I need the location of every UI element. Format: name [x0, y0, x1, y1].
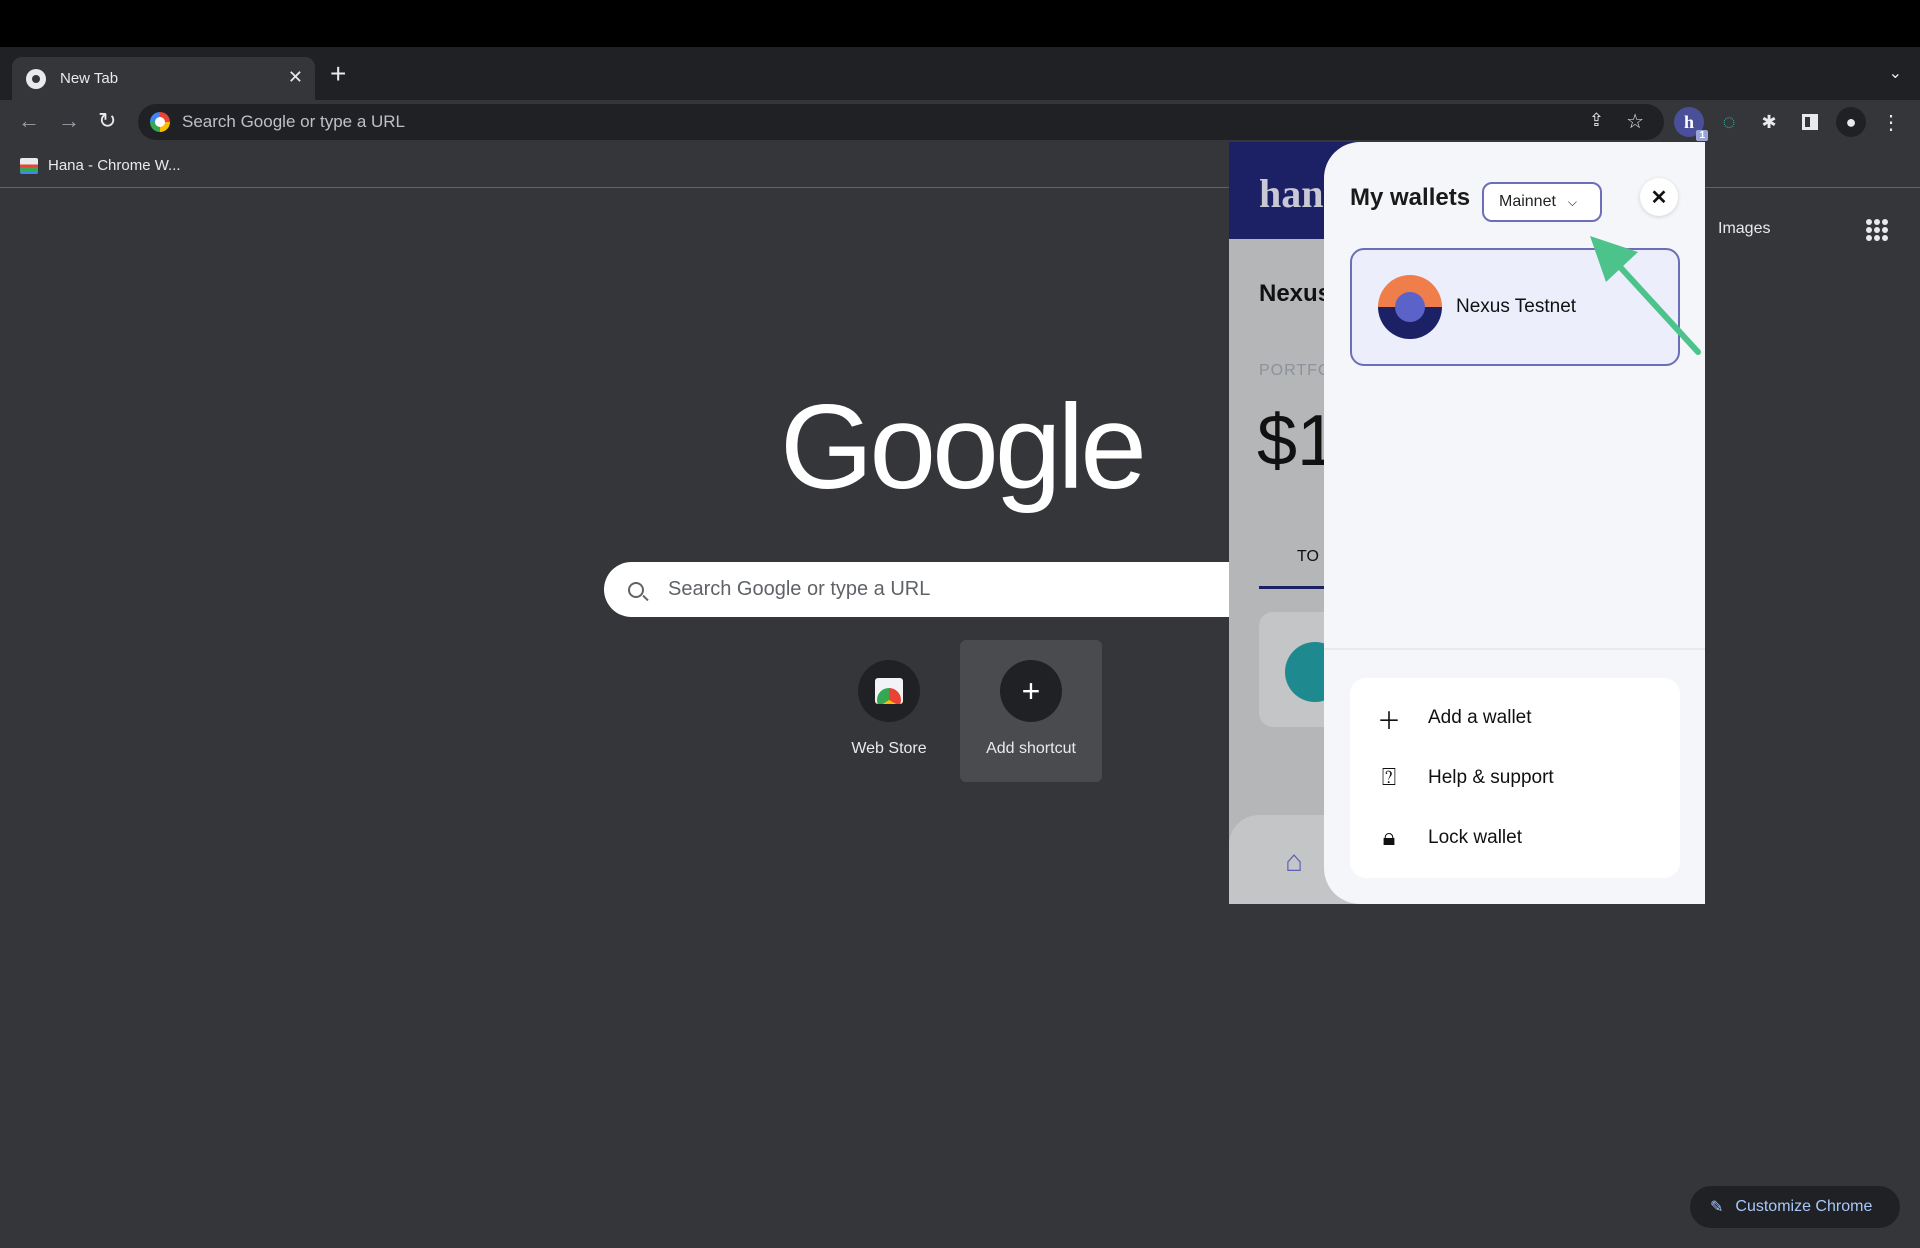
network-heading: Nexus [1259, 280, 1332, 307]
shortcut-add[interactable]: + Add shortcut [960, 640, 1102, 782]
google-logo: Google [780, 380, 1147, 514]
bookmark-star-icon[interactable]: ☆ [1626, 109, 1644, 134]
search-placeholder: Search Google or type a URL [668, 578, 931, 600]
icon-extension-icon[interactable]: ◌ [1714, 107, 1744, 137]
extensions-puzzle-icon[interactable]: ✱ [1754, 107, 1784, 137]
lock-wallet-button[interactable]: 🔒︎ Lock wallet [1350, 808, 1680, 868]
share-icon[interactable]: ⇪ [1589, 110, 1604, 131]
pencil-icon: ✎ [1710, 1199, 1724, 1216]
lock-icon: 🔒︎ [1382, 824, 1396, 851]
images-link[interactable]: Images [1718, 220, 1770, 238]
new-tab-button[interactable]: + [330, 60, 346, 88]
customize-label: Customize Chrome [1735, 1198, 1873, 1215]
web-store-icon [20, 157, 38, 174]
wallet-menu: ＋ Add a wallet ⍰ Help & support 🔒︎ Lock … [1350, 678, 1680, 878]
hana-letter: h [1683, 111, 1694, 132]
help-support-button[interactable]: ⍰ Help & support [1350, 748, 1680, 808]
back-icon[interactable]: ← [18, 108, 40, 134]
google-apps-icon[interactable] [1866, 219, 1888, 241]
shortcut-web-store[interactable]: Web Store [818, 640, 960, 782]
search-icon [628, 581, 644, 598]
shortcut-label: Web Store [851, 740, 927, 757]
extension-badge: 1 [1696, 130, 1708, 141]
network-selected: Mainnet [1499, 193, 1556, 210]
tab-title: New Tab [60, 70, 119, 87]
tab-new-tab[interactable]: New Tab ✕ [12, 57, 315, 100]
divider [1324, 648, 1705, 650]
shortcut-label: Add shortcut [986, 740, 1076, 757]
network-dropdown[interactable]: Mainnet ⌵ [1482, 182, 1602, 222]
portfolio-label: PORTFO [1259, 362, 1332, 379]
my-wallets-popup: My wallets Mainnet ⌵ ✕ Nexus Testnet ＋ A… [1324, 142, 1705, 904]
add-wallet-button[interactable]: ＋ Add a wallet [1350, 688, 1680, 748]
os-top-bar [0, 0, 1920, 47]
google-g-icon [150, 112, 170, 132]
tokens-tab[interactable]: TO [1297, 548, 1319, 566]
tab-search-chevron-icon[interactable]: ⌄ [1889, 63, 1902, 83]
side-panel-icon[interactable] [1795, 107, 1825, 137]
tab-strip: New Tab ✕ + ⌄ [0, 47, 1920, 100]
menu-label: Help & support [1428, 767, 1554, 788]
profile-avatar-icon[interactable]: ● [1836, 107, 1866, 137]
address-bar[interactable]: Search Google or type a URL ⇪ ☆ [138, 104, 1664, 140]
popup-title: My wallets [1350, 184, 1471, 211]
address-bar-placeholder: Search Google or type a URL [182, 112, 406, 131]
menu-label: Add a wallet [1428, 707, 1532, 728]
customize-chrome-button[interactable]: ✎ Customize Chrome [1690, 1186, 1900, 1228]
more-menu-icon[interactable]: ⋮ [1876, 107, 1906, 137]
close-button[interactable]: ✕ [1640, 178, 1678, 216]
close-tab-icon[interactable]: ✕ [288, 67, 303, 88]
menu-label: Lock wallet [1428, 827, 1522, 848]
plus-icon: + [1000, 660, 1062, 722]
wallet-name: Nexus Testnet [1456, 296, 1577, 317]
wallet-avatar [1378, 275, 1442, 339]
web-store-icon [875, 678, 903, 704]
bookmark-label: Hana - Chrome W... [48, 157, 181, 174]
plus-icon: ＋ [1377, 707, 1401, 735]
forward-icon[interactable]: → [58, 108, 80, 134]
bookmark-hana[interactable]: Hana - Chrome W... [20, 157, 181, 174]
toolbar: ← → ↻ Search Google or type a URL ⇪ ☆ h … [0, 100, 1920, 145]
home-icon[interactable]: ⌂ [1285, 845, 1303, 879]
reload-icon[interactable]: ↻ [98, 108, 116, 134]
chevron-down-icon: ⌵ [1567, 194, 1578, 209]
shortcut-icon-circle [858, 660, 920, 722]
help-icon: ⍰ [1381, 764, 1397, 791]
wallet-item[interactable]: Nexus Testnet [1350, 248, 1680, 366]
hana-extension-icon[interactable]: h 1 [1674, 107, 1708, 141]
chrome-icon [26, 68, 46, 89]
ntp-search-box[interactable]: Search Google or type a URL [604, 562, 1324, 617]
